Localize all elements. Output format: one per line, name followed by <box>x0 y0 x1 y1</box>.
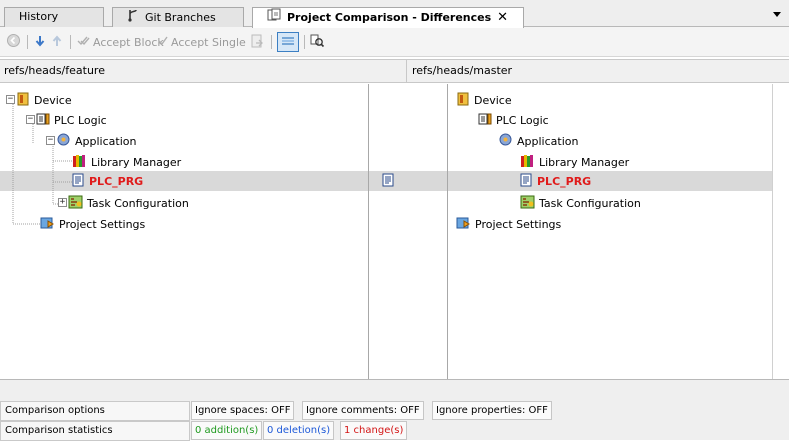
tree-node-project-settings-left[interactable]: Project Settings <box>40 215 145 233</box>
application-gear-icon <box>498 132 513 150</box>
difference-overview-strip[interactable] <box>772 84 789 379</box>
tree-node-label: Device <box>474 93 512 107</box>
git-branch-icon <box>127 8 139 28</box>
plc-logic-icon <box>478 112 492 129</box>
tree-node-label: Application <box>75 134 137 148</box>
tab-git-branches[interactable]: Git Branches <box>112 7 244 27</box>
accept-block-label: Accept Block <box>93 35 164 49</box>
device-icon <box>16 92 30 109</box>
arrow-down-icon <box>35 35 45 50</box>
editor-tab-bar: History Git Branches Project Comparison … <box>0 0 789 28</box>
tree-node-label: PLC Logic <box>54 113 107 127</box>
split-lines-icon <box>281 35 295 50</box>
next-difference-button[interactable] <box>35 33 45 51</box>
tree-node-plc-logic-left[interactable]: PLC Logic <box>36 111 107 129</box>
accept-block-button[interactable]: Accept Block <box>77 33 164 51</box>
project-settings-icon <box>40 216 55 233</box>
program-document-icon <box>72 173 85 190</box>
accept-single-label: Accept Single <box>171 35 246 49</box>
comparison-statistics-label: Comparison statistics <box>0 421 190 441</box>
check-icon <box>158 35 168 50</box>
tree-node-label: Project Settings <box>59 217 146 231</box>
additions-count: 0 addition(s) <box>191 421 263 440</box>
difference-marker-plc-prg[interactable] <box>382 172 395 190</box>
tree-node-label: PLC_PRG <box>537 174 592 188</box>
tree-node-label: Device <box>34 93 72 107</box>
previous-up-button[interactable] <box>52 33 62 51</box>
application-gear-icon <box>56 132 71 150</box>
tree-node-label: Task Configuration <box>539 196 641 210</box>
comparison-options-label: Comparison options <box>0 401 190 421</box>
tree-node-label: Library Manager <box>91 155 182 169</box>
tree-node-label: Library Manager <box>539 155 630 169</box>
difference-marker-pane <box>369 84 448 379</box>
ignore-comments-option[interactable]: Ignore comments: OFF <box>302 401 424 420</box>
right-tree-pane: Device PLC Logic Application Library Man… <box>448 84 789 379</box>
arrow-up-icon <box>52 34 62 50</box>
program-document-icon <box>382 173 395 190</box>
project-settings-icon <box>456 216 471 233</box>
task-configuration-icon <box>520 195 535 212</box>
comparison-tree-panes: − Device − PLC Logic − Application Libra… <box>0 84 789 379</box>
collapse-application-icon[interactable]: − <box>46 136 55 145</box>
accept-all-button[interactable] <box>250 33 264 51</box>
tree-node-library-manager-left[interactable]: Library Manager <box>72 153 181 171</box>
compare-icon <box>267 8 281 28</box>
tree-node-application-right[interactable]: Application <box>498 132 578 150</box>
tree-node-label: Application <box>517 134 579 148</box>
toggle-inline-view-button[interactable] <box>277 32 299 52</box>
circle-arrow-icon <box>6 33 21 51</box>
accept-single-button[interactable]: Accept Single <box>158 33 246 51</box>
tree-node-project-settings-right[interactable]: Project Settings <box>456 215 561 233</box>
left-branch-name: refs/heads/feature <box>0 60 407 82</box>
toolbar-separator <box>304 35 305 49</box>
tree-node-label: PLC Logic <box>496 113 549 127</box>
collapse-device-icon[interactable]: − <box>6 95 15 104</box>
previous-difference-button[interactable] <box>6 33 21 51</box>
close-tab-icon[interactable]: ✕ <box>497 9 508 27</box>
toolbar-separator <box>70 35 71 49</box>
tree-node-label: Task Configuration <box>87 196 189 210</box>
library-books-icon <box>72 154 87 171</box>
tab-history[interactable]: History <box>4 7 104 27</box>
toolbar-separator <box>27 35 28 49</box>
comparison-toolbar: Accept Block Accept Single <box>0 27 789 57</box>
tree-node-library-manager-right[interactable]: Library Manager <box>520 153 629 171</box>
tree-node-task-configuration-left[interactable]: Task Configuration <box>68 194 189 212</box>
tab-project-comparison-label: Project Comparison - Differences <box>287 11 492 24</box>
device-icon <box>456 92 470 109</box>
tab-git-branches-label: Git Branches <box>145 11 216 24</box>
tree-node-label: Project Settings <box>475 217 562 231</box>
program-document-icon <box>520 173 533 190</box>
changes-count: 1 change(s) <box>340 421 408 440</box>
document-accept-icon <box>250 34 264 51</box>
tree-node-task-configuration-right[interactable]: Task Configuration <box>520 194 641 212</box>
task-configuration-icon <box>68 195 83 212</box>
toolbar-separator <box>271 35 272 49</box>
tree-node-device-right[interactable]: Device <box>456 91 512 109</box>
tab-project-comparison[interactable]: Project Comparison - Differences ✕ <box>252 7 524 28</box>
compare-search-button[interactable] <box>309 33 325 51</box>
tree-node-device-left[interactable]: Device <box>16 91 72 109</box>
library-books-icon <box>520 154 535 171</box>
plc-logic-icon <box>36 112 50 129</box>
compare-magnifier-icon <box>309 33 325 52</box>
branch-header: refs/heads/feature refs/heads/master <box>0 59 789 83</box>
tree-node-application-left[interactable]: Application <box>56 132 136 150</box>
expand-task-configuration-icon[interactable]: + <box>58 198 67 207</box>
collapse-plc-logic-icon[interactable]: − <box>26 115 35 124</box>
tab-history-label: History <box>19 10 59 23</box>
tree-node-label: PLC_PRG <box>89 174 144 188</box>
comparison-info-panel: Comparison options Ignore spaces: OFF Ig… <box>0 379 789 441</box>
left-tree-pane: − Device − PLC Logic − Application Libra… <box>0 84 369 379</box>
tree-node-plc-prg-left[interactable]: PLC_PRG <box>72 172 143 190</box>
deletions-count: 0 deletion(s) <box>263 421 335 440</box>
ignore-spaces-option[interactable]: Ignore spaces: OFF <box>191 401 295 420</box>
double-check-icon <box>77 35 90 50</box>
tree-node-plc-prg-right[interactable]: PLC_PRG <box>520 172 591 190</box>
right-branch-name: refs/heads/master <box>412 64 513 77</box>
tree-node-plc-logic-right[interactable]: PLC Logic <box>478 111 549 129</box>
tab-list-dropdown-icon[interactable] <box>773 12 781 17</box>
ignore-properties-option[interactable]: Ignore properties: OFF <box>432 401 552 420</box>
